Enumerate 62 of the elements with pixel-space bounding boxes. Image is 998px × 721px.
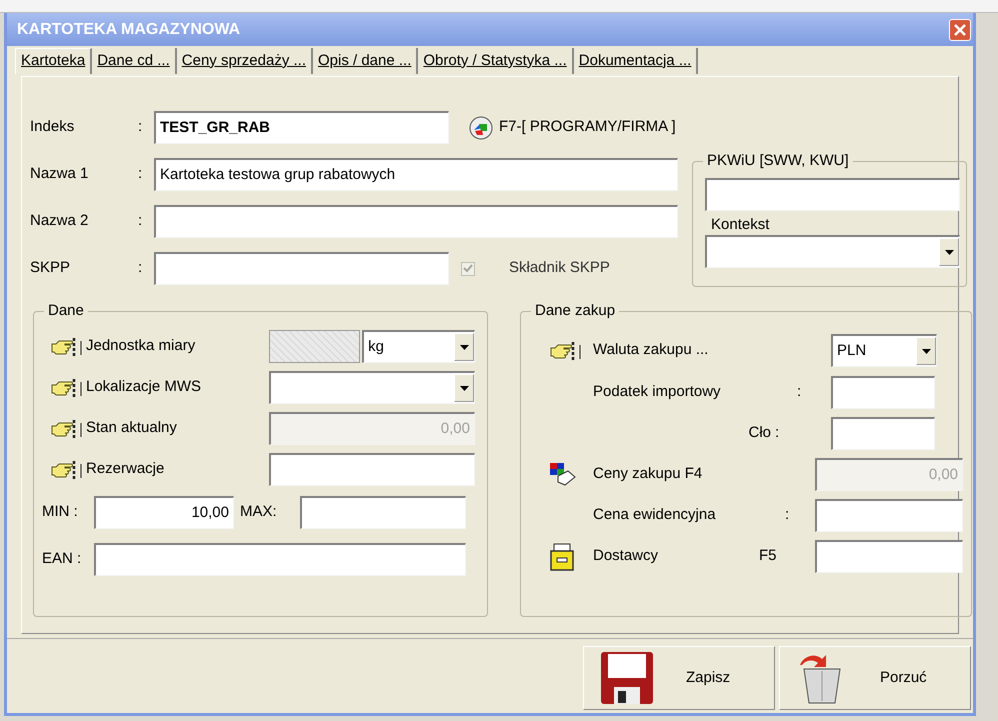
price-tags-icon[interactable] [549,462,577,488]
input-field[interactable] [831,417,935,450]
input-field[interactable] [154,252,449,285]
field-label: EAN : [42,549,82,570]
input-field[interactable] [814,499,964,532]
field-label: Kontekst [711,215,770,235]
pointing-hand-icon[interactable] [50,336,84,358]
dropdown-field[interactable]: kg [362,330,476,363]
program-link[interactable]: F7-[ PROGRAMY/FIRMA ] [499,116,676,139]
file-box-icon[interactable] [549,542,575,570]
field-label: Ceny zakupu F4 [593,464,704,484]
colon-separator: : [796,382,802,402]
colon-separator: : [138,117,144,138]
field-label: Nazwa 2 [30,211,90,232]
field-label: SKPP [30,258,72,278]
pointing-hand-icon[interactable] [50,418,84,440]
dropdown-field[interactable]: PLN [831,334,937,367]
window-title: KARTOTEKA MAGAZYNOWA [17,20,240,40]
colon-separator: : [774,423,780,444]
input-field[interactable]: Kartoteka testowa grup rabatowych [154,158,678,191]
field-label: Lokalizacje MWS [85,377,202,398]
field-label: Stan aktualny [85,418,178,438]
input-field[interactable] [94,543,466,576]
input-field[interactable] [154,205,678,238]
close-icon [954,24,966,36]
colored-cubes-icon[interactable] [469,116,493,140]
discard-button[interactable]: Porzuć [779,646,971,710]
field-label: Nazwa 1 [30,164,90,184]
input-field[interactable]: TEST_GR_RAB [154,111,449,144]
dropdown-field[interactable] [705,235,960,268]
colon-separator: : [784,505,790,526]
input-field[interactable] [831,376,935,409]
field-label: Cena ewidencyjna [593,505,717,526]
pointing-hand-icon[interactable] [50,458,84,480]
pointing-hand-icon[interactable] [549,340,583,362]
group-title: Dane zakup [531,301,620,321]
field-label: Waluta zakupu ... [593,340,710,360]
colon-separator: : [138,258,144,278]
check-mark-icon [463,264,473,273]
input-field[interactable] [268,453,475,486]
input-field[interactable] [705,178,960,211]
colon-separator: : [138,164,144,184]
shortcut-label: F5 [758,546,776,566]
input-field[interactable]: 10,00 [94,496,234,529]
group-title: PKWiU [SWW, KWU] [703,151,853,171]
pointing-hand-icon[interactable] [50,376,84,398]
input-field[interactable] [300,496,466,529]
field-label: Jednostka miary [85,336,196,356]
save-button[interactable]: Zapisz [583,646,775,710]
checkbox-label: Składnik SKPP [509,258,610,278]
colon-separator: : [138,211,144,232]
close-button[interactable] [949,18,971,40]
field-label: MIN : [42,502,79,522]
field-label: MAX: [239,502,278,522]
tab[interactable]: Kartoteka [15,48,92,74]
input-field[interactable] [814,540,964,573]
field-label: Dostawcy [593,546,660,566]
field-label: Cło [747,423,771,444]
field-label: Rezerwacje [85,459,166,480]
dropdown-field[interactable] [268,371,475,404]
field-label: Podatek importowy [593,382,722,402]
field-label: Indeks [30,117,76,138]
